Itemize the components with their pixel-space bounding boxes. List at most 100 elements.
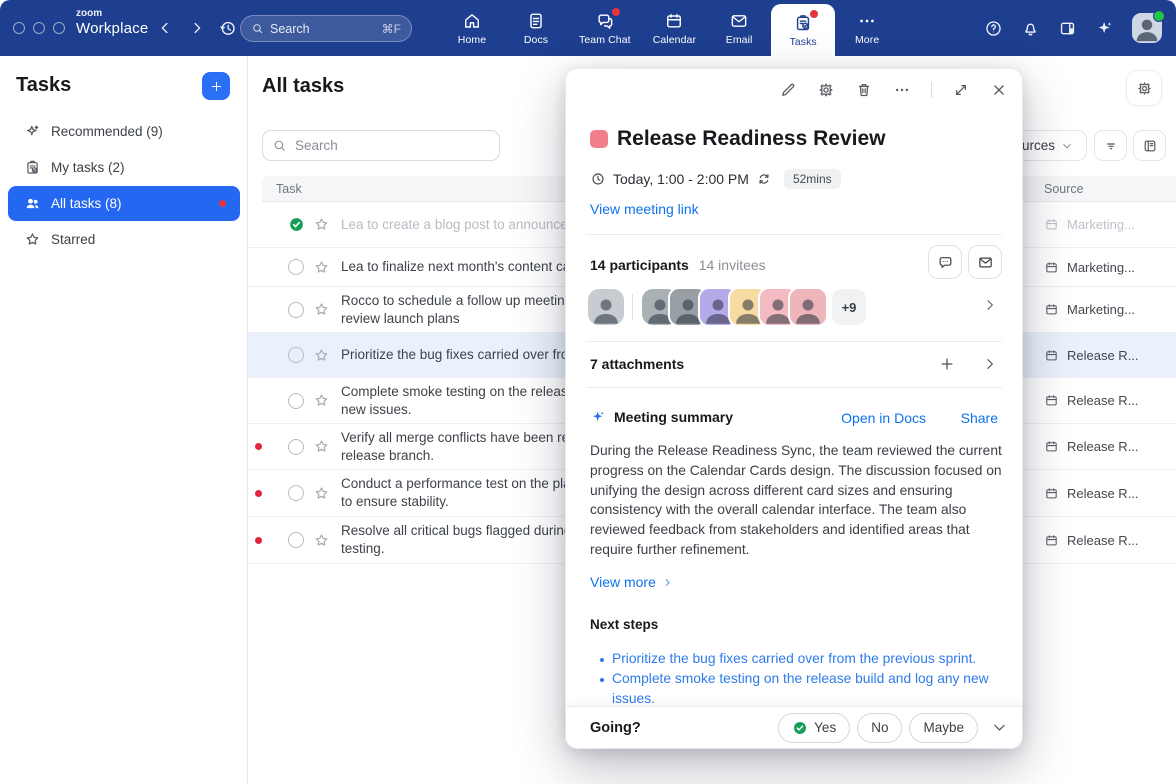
tab-tasks[interactable]: Tasks <box>771 4 835 56</box>
task-checkbox[interactable] <box>288 485 304 501</box>
star-icon[interactable] <box>313 532 330 549</box>
view-meeting-link[interactable]: View meeting link <box>590 201 699 217</box>
rsvp-maybe-label: Maybe <box>923 720 964 735</box>
participant-avatar[interactable] <box>588 289 624 325</box>
more-participants-badge[interactable]: +9 <box>832 289 866 325</box>
tab-docs[interactable]: Docs <box>504 0 568 56</box>
participant-avatar[interactable] <box>788 287 828 327</box>
task-checkbox[interactable] <box>288 347 304 363</box>
sidebar-item-my-tasks[interactable]: My tasks (2) <box>8 150 240 185</box>
window-minimize-button[interactable] <box>33 22 45 34</box>
notifications-bell-icon[interactable] <box>1021 19 1040 38</box>
task-source: Release R... <box>1032 470 1176 516</box>
search-icon <box>272 138 287 153</box>
window-close-button[interactable] <box>13 22 25 34</box>
task-source-label: Release R... <box>1067 486 1139 501</box>
tab-email[interactable]: Email <box>707 0 771 56</box>
email-participants-button[interactable] <box>968 245 1002 279</box>
sidebar-item-label: Recommended (9) <box>51 124 163 139</box>
column-header-task: Task <box>262 182 302 196</box>
ai-companion-sparkle-icon[interactable] <box>1095 19 1114 38</box>
more-options-icon[interactable] <box>893 81 911 99</box>
calendar-icon <box>1044 486 1059 501</box>
open-in-docs-link[interactable]: Open in Docs <box>841 410 926 426</box>
tab-team-chat[interactable]: Team Chat <box>568 0 642 56</box>
task-checkbox[interactable] <box>288 439 304 455</box>
unread-dot <box>255 490 262 497</box>
tasks-icon <box>793 13 813 33</box>
attachments-chevron-right-icon[interactable] <box>982 356 998 372</box>
task-done-icon[interactable] <box>288 216 305 233</box>
star-icon[interactable] <box>313 438 330 455</box>
task-checkbox[interactable] <box>288 259 304 275</box>
tab-home[interactable]: Home <box>440 0 504 56</box>
sidebar-title: Tasks <box>16 74 71 97</box>
modal-body: Release Readiness Review Today, 1:00 - 2… <box>566 69 1022 706</box>
global-search[interactable]: Search ⌘F <box>240 15 412 42</box>
board-view-button[interactable] <box>1133 130 1166 161</box>
tab-label: Calendar <box>653 34 696 46</box>
star-icon[interactable] <box>313 301 330 318</box>
star-icon[interactable] <box>313 216 330 233</box>
event-title: Release Readiness Review <box>617 127 886 151</box>
calendar-icon <box>1044 348 1059 363</box>
participants-avatars[interactable]: +9 <box>588 289 866 325</box>
add-attachment-icon[interactable] <box>938 355 956 373</box>
window-zoom-button[interactable] <box>53 22 65 34</box>
filter-button[interactable] <box>1094 130 1127 161</box>
task-checkbox[interactable] <box>288 532 304 548</box>
next-step-item[interactable]: Complete smoke testing on the release bu… <box>598 669 1012 706</box>
notification-dot <box>810 10 818 18</box>
view-more-link[interactable]: View more <box>590 574 673 590</box>
window-controls[interactable] <box>13 22 65 34</box>
logo-zoom-text: zoom <box>76 9 148 19</box>
chat-dots-icon <box>937 254 954 271</box>
share-link[interactable]: Share <box>961 410 998 426</box>
calendar-icon <box>1044 393 1059 408</box>
avatar-divider <box>632 294 633 320</box>
star-icon[interactable] <box>313 259 330 276</box>
settings-gear-icon[interactable] <box>817 81 835 99</box>
tab-calendar[interactable]: Calendar <box>642 0 707 56</box>
next-step-item[interactable]: Prioritize the bug fixes carried over fr… <box>598 649 1012 669</box>
rsvp-yes-button[interactable]: Yes <box>778 713 850 743</box>
logo-workplace-text: Workplace <box>76 20 148 37</box>
star-icon[interactable] <box>313 485 330 502</box>
close-icon[interactable] <box>990 81 1008 99</box>
calendar-icon <box>1044 439 1059 454</box>
expand-icon[interactable] <box>952 81 970 99</box>
participants-chevron-right-icon[interactable] <box>982 297 998 313</box>
invitees-count: 14 invitees <box>699 257 766 273</box>
view-more-label: View more <box>590 574 656 590</box>
task-checkbox[interactable] <box>288 393 304 409</box>
star-icon[interactable] <box>313 347 330 364</box>
edit-pencil-icon[interactable] <box>779 81 797 99</box>
sidebar-item-all-tasks[interactable]: All tasks (8) <box>8 186 240 221</box>
rsvp-more-chevron-icon[interactable] <box>991 719 1008 736</box>
back-icon[interactable] <box>156 19 174 37</box>
help-icon[interactable] <box>984 19 1003 38</box>
view-settings-button[interactable] <box>1126 70 1162 106</box>
sidebar-item-starred[interactable]: Starred <box>8 222 240 257</box>
forward-icon[interactable] <box>188 19 206 37</box>
user-avatar[interactable] <box>1132 13 1162 43</box>
task-checkbox[interactable] <box>288 302 304 318</box>
calendar-icon <box>664 11 684 31</box>
meeting-summary-text: During the Release Readiness Sync, the t… <box>590 441 1002 560</box>
rsvp-no-button[interactable]: No <box>857 713 902 743</box>
rsvp-label: Going? <box>590 720 771 736</box>
sidebar-item-recommended[interactable]: Recommended (9) <box>8 114 240 149</box>
chat-participants-button[interactable] <box>928 245 962 279</box>
chevron-down-icon <box>1061 140 1073 152</box>
task-search-input[interactable] <box>262 130 500 161</box>
delete-trash-icon[interactable] <box>855 81 873 99</box>
history-icon[interactable] <box>218 18 238 38</box>
add-task-button[interactable] <box>202 72 230 100</box>
panel-icon[interactable] <box>1058 19 1077 38</box>
event-title-row: Release Readiness Review <box>590 127 886 151</box>
tab-more[interactable]: More <box>835 0 899 56</box>
star-icon[interactable] <box>313 392 330 409</box>
event-time: Today, 1:00 - 2:00 PM <box>613 171 749 187</box>
tab-label: Home <box>458 34 486 46</box>
rsvp-maybe-button[interactable]: Maybe <box>909 713 978 743</box>
